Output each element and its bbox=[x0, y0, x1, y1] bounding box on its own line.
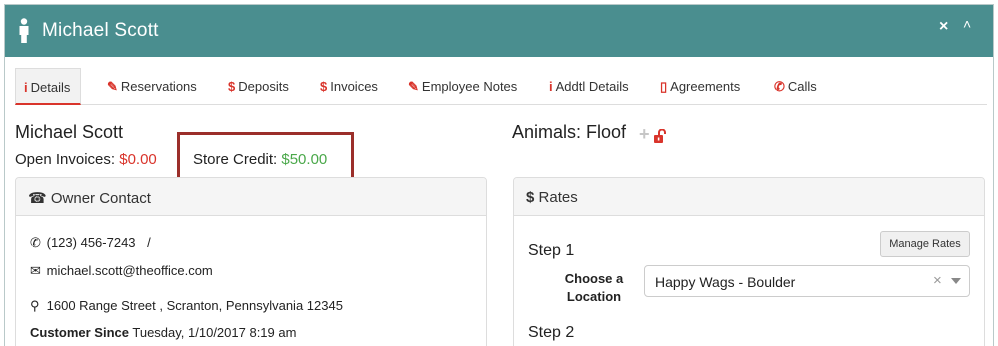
modal-title: Michael Scott bbox=[42, 20, 159, 41]
tab-label: Reservations bbox=[120, 79, 197, 94]
step-2-label: Step 2 bbox=[528, 324, 575, 341]
phone-separator: / bbox=[147, 235, 151, 250]
clipboard-icon: ▯ bbox=[660, 79, 668, 94]
customer-since-value: Tuesday, 1/10/2017 8:19 am bbox=[132, 325, 297, 340]
envelope-icon: ✉ bbox=[30, 263, 41, 278]
open-invoices-amount: $0.00 bbox=[119, 151, 157, 168]
phone-number[interactable]: (123) 456-7243 bbox=[47, 235, 136, 250]
chevron-down-icon[interactable] bbox=[951, 278, 961, 284]
store-credit-label: Store Credit: bbox=[193, 151, 278, 168]
edit-icon: ✎ bbox=[107, 79, 118, 94]
location-label: Choose a Location bbox=[564, 271, 624, 304]
tab-label: Addtl Details bbox=[555, 79, 629, 94]
tab-employee-notes[interactable]: ✎ Employee Notes bbox=[408, 68, 517, 105]
close-icon[interactable]: × bbox=[939, 18, 948, 36]
tab-deposits[interactable]: $ Deposits bbox=[228, 68, 289, 105]
rates-header: $ Rates bbox=[514, 178, 984, 216]
owner-contact-header: ☎ Owner Contact bbox=[16, 178, 486, 216]
person-icon bbox=[19, 18, 29, 43]
panel-title: Owner Contact bbox=[50, 190, 151, 207]
tab-label: Deposits bbox=[238, 79, 289, 94]
panel-title: Rates bbox=[538, 189, 578, 206]
dollar-icon: $ bbox=[320, 79, 328, 94]
tab-reservations[interactable]: ✎ Reservations bbox=[107, 68, 197, 105]
phone-row: ✆ (123) 456-7243 / bbox=[30, 235, 151, 251]
owner-name: Michael Scott bbox=[15, 122, 124, 142]
tab-label: Invoices bbox=[330, 79, 378, 94]
tab-bar: i Details ✎ Reservations $ Deposits $ Invoic… bbox=[15, 68, 987, 105]
tab-label: Details bbox=[30, 80, 71, 95]
customer-since-row: Customer Since Tuesday, 1/10/2017 8:19 a… bbox=[30, 325, 296, 340]
pencil-icon: ✎ bbox=[408, 79, 419, 94]
manage-rates-button[interactable]: Manage Rates bbox=[880, 231, 970, 257]
tab-addtl-details[interactable]: i Addtl Details bbox=[549, 68, 629, 105]
tab-invoices[interactable]: $ Invoices bbox=[320, 68, 378, 105]
add-animal-icon[interactable]: + bbox=[639, 124, 650, 145]
phone-icon: ✆ bbox=[30, 235, 41, 250]
owner-modal: Michael Scott × ˄ i Details ✎ Reservations… bbox=[4, 4, 994, 346]
tab-agreements[interactable]: ▯ Agreements bbox=[660, 68, 740, 105]
location-select[interactable]: Happy Wags - Boulder × bbox=[644, 265, 970, 297]
info-icon: i bbox=[549, 79, 553, 94]
email-address[interactable]: michael.scott@theoffice.com bbox=[47, 263, 213, 278]
animals-heading: Animals: Floof bbox=[512, 122, 627, 142]
phone-icon: ✆ bbox=[774, 79, 785, 94]
address-row: ⚲ 1600 Range Street , Scranton, Pennsylv… bbox=[30, 298, 343, 314]
address: 1600 Range Street , Scranton, Pennsylvan… bbox=[46, 298, 343, 313]
modal-header: Michael Scott × ˄ bbox=[5, 5, 993, 57]
step-1-label: Step 1 bbox=[528, 242, 575, 259]
store-credit: Store Credit: $50.00 bbox=[193, 151, 327, 168]
clear-icon[interactable]: × bbox=[933, 272, 942, 289]
open-invoices-label: Open Invoices: bbox=[15, 151, 116, 168]
store-credit-amount: $50.00 bbox=[281, 151, 328, 168]
tab-label: Employee Notes bbox=[421, 79, 518, 94]
tab-label: Calls bbox=[787, 79, 817, 94]
map-marker-icon: ⚲ bbox=[30, 298, 40, 313]
open-invoices: Open Invoices: $0.00 bbox=[15, 151, 157, 168]
dollar-icon: $ bbox=[526, 189, 535, 206]
location-value: Happy Wags - Boulder bbox=[655, 274, 796, 290]
info-icon: i bbox=[24, 80, 28, 95]
tab-label: Agreements bbox=[670, 79, 741, 94]
customer-since-label: Customer Since bbox=[30, 325, 129, 340]
rates-panel: $ Rates Step 1 Manage Rates Choose a Loc… bbox=[513, 177, 985, 346]
tab-calls[interactable]: ✆ Calls bbox=[774, 68, 817, 105]
dollar-icon: $ bbox=[228, 79, 236, 94]
unlock-icon[interactable] bbox=[653, 129, 667, 143]
email-row: ✉ michael.scott@theoffice.com bbox=[30, 263, 213, 279]
phone-book-icon: ☎ bbox=[28, 190, 47, 207]
tab-details[interactable]: i Details bbox=[15, 68, 82, 105]
owner-contact-panel: ☎ Owner Contact ✆ (123) 456-7243 / ✉ mic… bbox=[15, 177, 487, 346]
collapse-icon[interactable]: ˄ bbox=[963, 16, 971, 32]
